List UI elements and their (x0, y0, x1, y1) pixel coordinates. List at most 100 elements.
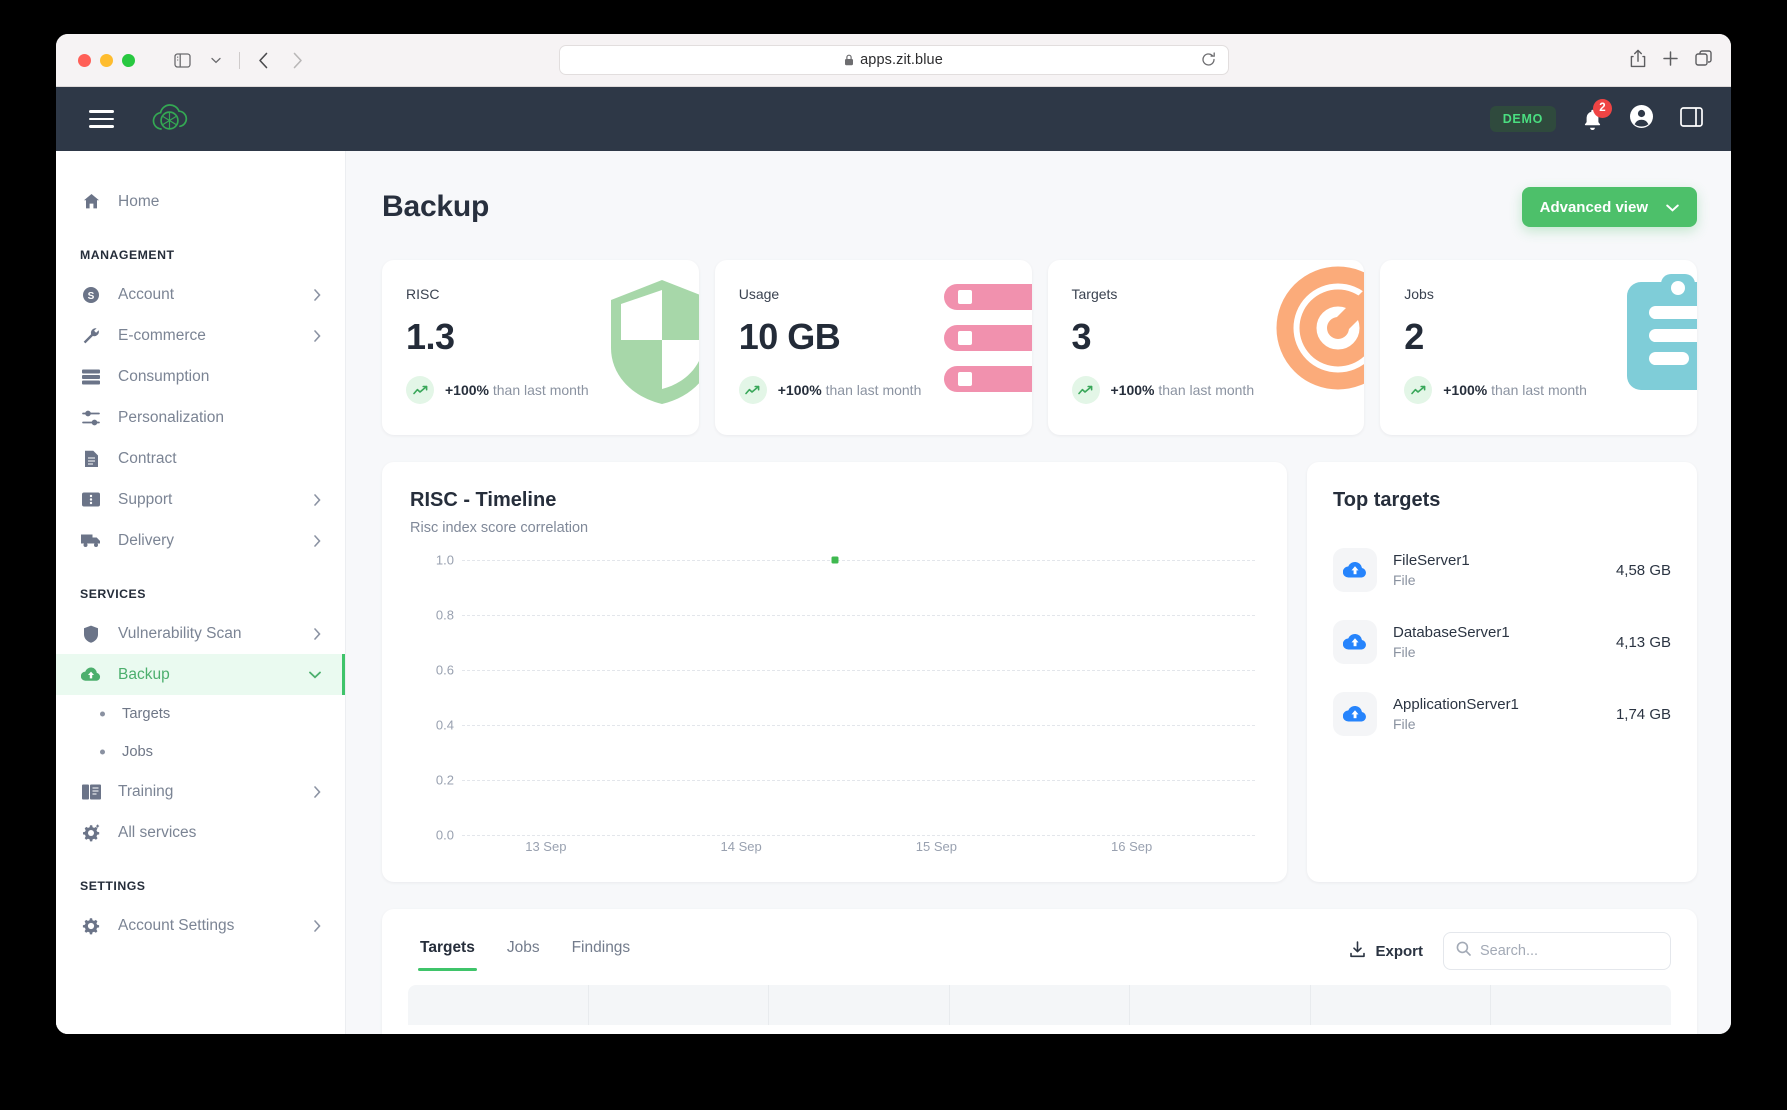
share-icon[interactable] (1630, 49, 1646, 73)
stat-card-targets[interactable]: Targets 3 +100% than last month (1047, 260, 1365, 435)
truck-icon (80, 533, 102, 548)
target-type: File (1393, 644, 1416, 660)
stat-trend: +100% than last month (1404, 376, 1673, 404)
sidebar-item-label: Backup (118, 665, 170, 683)
maximize-window-button[interactable] (122, 53, 135, 67)
stat-delta-suffix: than last month (1491, 382, 1587, 398)
y-axis-tick: 0.0 (435, 827, 454, 843)
chart-title: RISC - Timeline (410, 489, 557, 511)
sidebar-item-backup[interactable]: Backup (56, 654, 345, 695)
search-icon (1456, 941, 1471, 961)
chevron-right-icon (314, 534, 321, 547)
sidebar-item-ecommerce[interactable]: E-commerce (56, 315, 345, 356)
right-panel-toggle-icon[interactable] (1680, 106, 1703, 132)
stat-delta-suffix: than last month (1158, 382, 1255, 398)
sidebar-item-home[interactable]: Home (56, 181, 345, 222)
account-circle-icon[interactable] (1629, 104, 1654, 134)
list-item[interactable]: DatabaseServer1 File 4,13 GB (1333, 606, 1671, 678)
app-body: Home MANAGEMENT S Account E-commerce Con… (56, 151, 1731, 1034)
chevron-right-icon (314, 627, 321, 640)
data-table-card: Targets Jobs Findings Export (382, 909, 1697, 1034)
tab-jobs[interactable]: Jobs (495, 931, 552, 971)
stat-value: 3 (1071, 316, 1092, 357)
search-input[interactable] (1480, 943, 1658, 959)
sidebar-item-support[interactable]: Support (56, 479, 345, 520)
reload-icon[interactable] (1201, 52, 1216, 72)
ticket-icon (80, 492, 102, 507)
sidebar-item-training[interactable]: Training (56, 771, 345, 812)
sidebar-subitem-targets[interactable]: Targets (56, 695, 345, 733)
sidebar-item-vulnerability-scan[interactable]: Vulnerability Scan (56, 613, 345, 654)
wrench-icon (80, 327, 102, 345)
table-header-cell (950, 985, 1131, 1025)
table-header-cell (408, 985, 589, 1025)
minimize-window-button[interactable] (100, 53, 113, 67)
zit-cloud-logo[interactable] (149, 102, 191, 136)
sidebar-item-delivery[interactable]: Delivery (56, 520, 345, 561)
home-icon (80, 193, 102, 210)
cloud-upload-icon (80, 667, 102, 682)
sidebar-item-all-services[interactable]: All services (56, 812, 345, 853)
stat-delta: +100% (777, 382, 822, 398)
table-header-cell (589, 985, 770, 1025)
forward-arrow-icon[interactable] (280, 45, 314, 75)
close-window-button[interactable] (78, 53, 91, 67)
target-size: 4,58 GB (1615, 561, 1671, 579)
hamburger-menu-icon[interactable] (89, 110, 114, 128)
trend-up-icon (738, 376, 767, 404)
trend-up-icon (406, 376, 434, 404)
search-box[interactable] (1443, 932, 1671, 970)
y-axis-tick: 0.4 (435, 717, 454, 733)
new-tab-icon[interactable] (1662, 50, 1679, 72)
target-name: FileServer1 (1393, 552, 1470, 569)
sidebar-item-account-settings[interactable]: Account Settings (56, 905, 345, 946)
sidebar-item-account[interactable]: S Account (56, 274, 345, 315)
chevron-down-icon (309, 671, 321, 679)
middle-row: RISC - Timeline Risc index score correla… (382, 462, 1697, 882)
list-item[interactable]: ApplicationServer1 File 1,74 GB (1333, 678, 1671, 750)
chevron-right-icon (314, 329, 321, 342)
list-item[interactable]: FileServer1 File 4,58 GB (1333, 534, 1671, 606)
toolbar-divider (239, 51, 240, 69)
x-axis-tick: 14 Sep (720, 839, 762, 854)
cloud-upload-icon (1333, 548, 1377, 592)
advanced-view-button[interactable]: Advanced view (1521, 187, 1697, 227)
sidebar-toggle-icon[interactable] (165, 45, 199, 75)
stat-trend: +100% than last month (406, 376, 675, 404)
table-tabs: Targets Jobs Findings (408, 931, 642, 971)
export-button[interactable]: Export (1349, 940, 1423, 962)
y-axis-tick: 0.2 (435, 772, 454, 788)
tab-overview-icon[interactable] (1695, 49, 1713, 72)
bullet-dot-icon (100, 749, 105, 755)
stat-card-usage[interactable]: Usage 10 GB +100% than last month (714, 260, 1032, 435)
tab-findings[interactable]: Findings (560, 931, 643, 971)
notification-bell-icon[interactable]: 2 (1582, 98, 1612, 131)
sidebar-subitem-label: Jobs (122, 744, 154, 760)
table-header-cell (1311, 985, 1492, 1025)
sidebar-dropdown-chevron-icon[interactable] (199, 45, 233, 75)
sidebar-item-contract[interactable]: Contract (56, 438, 345, 479)
window-traffic-lights[interactable] (78, 53, 135, 67)
browser-window: apps.zit.blue DEMO 2 Home MANAGEMENT S A… (56, 34, 1731, 1034)
stat-card-risc[interactable]: RISC 1.3 +100% than last month (382, 260, 699, 435)
sidebar-item-consumption[interactable]: Consumption (56, 356, 345, 397)
cloud-upload-icon (1333, 692, 1377, 736)
list-rows-icon (80, 369, 102, 385)
page-title: Backup (382, 190, 490, 223)
back-arrow-icon[interactable] (246, 45, 280, 75)
main-content: Backup Advanced view RISC 1.3 +100% than… (346, 151, 1731, 1034)
sidebar-subitem-jobs[interactable]: Jobs (56, 733, 345, 771)
x-axis-tick: 15 Sep (915, 839, 957, 854)
sidebar-item-label: E-commerce (118, 326, 206, 344)
y-axis-tick: 0.6 (435, 662, 454, 678)
stat-delta: +100% (1110, 382, 1155, 398)
tab-targets[interactable]: Targets (408, 931, 487, 971)
stat-card-jobs[interactable]: Jobs 2 +100% than last month (1380, 260, 1697, 435)
page-header: Backup Advanced view (382, 187, 1697, 227)
gear-plus-icon (80, 824, 102, 842)
stat-label: RISC (406, 286, 440, 302)
data-point[interactable] (831, 556, 838, 564)
table-header-cell (1130, 985, 1311, 1025)
sidebar-item-personalization[interactable]: Personalization (56, 397, 345, 438)
address-bar[interactable]: apps.zit.blue (558, 45, 1229, 75)
